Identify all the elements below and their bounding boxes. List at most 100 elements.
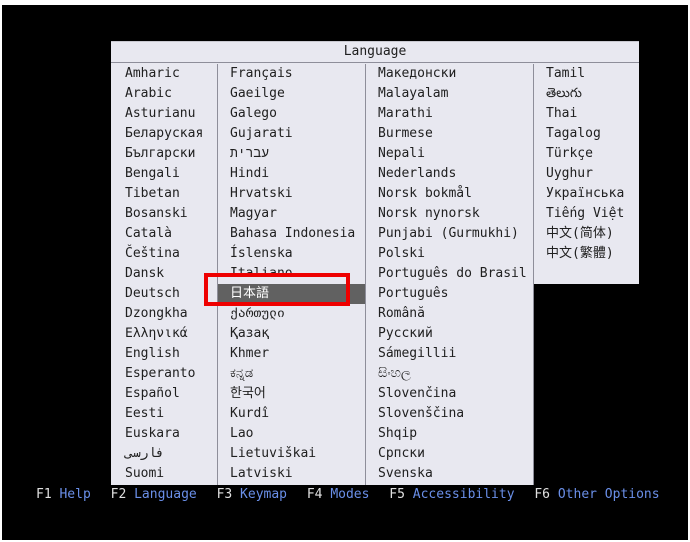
fkey-label: Accessibility [412,487,515,502]
fkey-help[interactable]: F1 Help [36,487,91,502]
language-option[interactable]: Asturianu [111,104,217,124]
language-option[interactable]: Bosanski [111,204,217,224]
fkey-label: Language [134,487,197,502]
language-option[interactable]: فارسی [111,444,217,464]
language-option[interactable]: Eesti [111,404,217,424]
language-option[interactable]: Galego [218,104,365,124]
language-option[interactable]: עברית [218,144,365,164]
boot-screen: Language Amharic Arabic Asturianu Беларуска… [2,5,688,540]
language-option[interactable]: Lietuviškai [218,444,365,464]
language-option[interactable]: Uyghur [534,164,639,184]
language-option[interactable]: Esperanto [111,364,217,384]
fkey-language[interactable]: F2 Language [111,487,197,502]
language-option[interactable]: Svenska [366,464,533,484]
language-option[interactable]: Amharic [111,64,217,84]
language-option[interactable]: Français [218,64,365,84]
language-option[interactable]: Tagalog [534,124,639,144]
dialog-empty-area [534,284,639,485]
language-option[interactable]: Ελληνικά [111,324,217,344]
language-option[interactable]: Marathi [366,104,533,124]
language-option[interactable]: Lao [218,424,365,444]
language-option[interactable]: Қазақ [218,324,365,344]
language-option[interactable]: Italiano [218,264,365,284]
language-option[interactable]: Português do Brasil [366,264,533,284]
language-option[interactable]: Gaeilge [218,84,365,104]
language-option[interactable]: Slovenščina [366,404,533,424]
language-option[interactable]: Беларуская [111,124,217,144]
language-option[interactable]: తెలుగు [534,84,639,104]
language-option[interactable]: 한국어 [218,384,365,404]
language-option[interactable]: Tamil [534,64,639,84]
fkey-key: F1 [36,487,52,502]
language-option[interactable]: Nederlands [366,164,533,184]
fkey-other-options[interactable]: F6 Other Options [534,487,659,502]
language-option[interactable]: Українська [534,184,639,204]
fkey-key: F6 [534,487,551,502]
language-option[interactable]: Tibetan [111,184,217,204]
language-option[interactable]: Arabic [111,84,217,104]
language-option[interactable]: Deutsch [111,284,217,304]
language-option[interactable]: Kurdî [218,404,365,424]
language-option[interactable]: Bahasa Indonesia [218,224,365,244]
language-option[interactable]: Sámegillii [366,344,533,364]
language-option[interactable]: Khmer [218,344,365,364]
language-option[interactable]: English [111,344,217,364]
language-option[interactable]: Српски [366,444,533,464]
language-option[interactable]: Română [366,304,533,324]
language-option[interactable]: Malayalam [366,84,533,104]
language-option[interactable]: Čeština [111,244,217,264]
language-option[interactable]: Gujarati [218,124,365,144]
fkey-accessibility[interactable]: F5 Accessibility [389,487,514,502]
language-option[interactable]: Polski [366,244,533,264]
language-option-selected[interactable]: 日本語 [218,284,365,304]
language-option[interactable]: Norsk nynorsk [366,204,533,224]
fkey-label: Help [59,487,91,502]
language-option[interactable]: Slovenčina [366,384,533,404]
language-option[interactable]: ქართული [218,304,365,324]
fkey-label: Other Options [557,487,660,502]
language-column-2: Français Gaeilge Galego Gujarati עברית Hindi H… [218,64,366,485]
language-option[interactable]: Punjabi (Gurmukhi) [366,224,533,244]
dialog-title: Language [111,42,639,63]
fkey-key: F5 [389,487,405,502]
language-option[interactable]: Euskara [111,424,217,444]
language-option[interactable]: Shqip [366,424,533,444]
language-option[interactable]: Hrvatski [218,184,365,204]
fkey-label: Keymap [240,487,288,502]
language-option[interactable]: Bengali [111,164,217,184]
language-option[interactable]: Íslenska [218,244,365,264]
language-column-3: Македонски Malayalam Marathi Burmese Nepali N… [366,64,534,485]
function-key-bar: F1 Help F2 Language F3 Keymap F4 Modes F… [36,485,672,505]
language-option[interactable]: සිංහල [366,364,533,384]
language-option[interactable]: Tiếng Việt [534,204,639,224]
fkey-keymap[interactable]: F3 Keymap [217,487,287,502]
language-option[interactable]: Македонски [366,64,533,84]
language-option[interactable]: Dzongkha [111,304,217,324]
fkey-key: F3 [216,487,233,502]
language-option[interactable]: Hindi [218,164,365,184]
fkey-key: F2 [110,487,127,502]
language-option[interactable]: Русский [366,324,533,344]
language-option[interactable]: Български [111,144,217,164]
language-option[interactable]: Nepali [366,144,533,164]
language-option[interactable]: Español [111,384,217,404]
language-column-4: Tamil తెలుగు Thai Tagalog Türkçe Uyghur Україн… [534,64,639,284]
language-option[interactable]: Dansk [111,264,217,284]
fkey-key: F4 [306,487,323,502]
language-option[interactable]: Suomi [111,464,217,484]
language-option[interactable]: Thai [534,104,639,124]
language-option[interactable]: ಕನ್ನಡ [218,364,365,384]
fkey-modes[interactable]: F4 Modes [307,487,370,502]
language-option[interactable]: 中文(简体) [534,224,639,244]
language-column-1: Amharic Arabic Asturianu Беларуская Българск… [111,64,218,485]
language-dialog: Language Amharic Arabic Asturianu Беларуска… [111,41,639,485]
language-option[interactable]: Latviski [218,464,365,484]
language-option[interactable]: 中文(繁體) [534,244,639,264]
language-option[interactable]: Burmese [366,124,533,144]
language-option[interactable]: Català [111,224,217,244]
language-option[interactable]: Norsk bokmål [366,184,533,204]
language-option[interactable]: Magyar [218,204,365,224]
fkey-label: Modes [330,487,370,502]
language-option[interactable]: Português [366,284,533,304]
language-option[interactable]: Türkçe [534,144,639,164]
